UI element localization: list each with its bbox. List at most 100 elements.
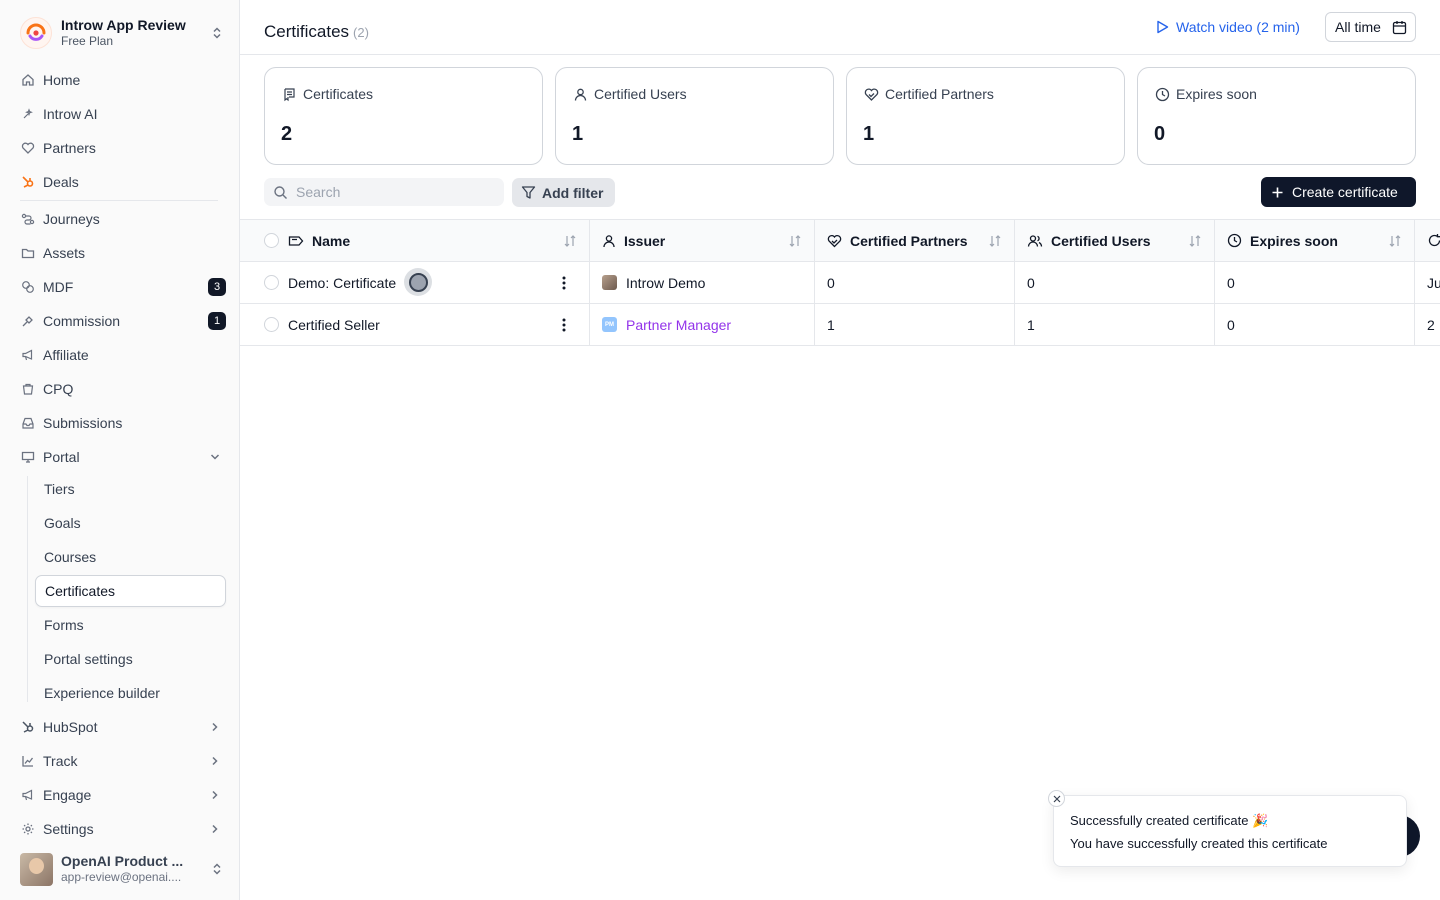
sidebar-item-affiliate[interactable]: Affiliate xyxy=(12,340,226,370)
workspace-switcher[interactable]: Introw App Review Free Plan xyxy=(20,14,224,52)
column-header-truncated[interactable] xyxy=(1415,220,1440,261)
select-all-checkbox[interactable] xyxy=(264,233,279,248)
more-vertical-icon[interactable] xyxy=(555,316,573,334)
calculator-icon xyxy=(20,382,35,397)
sidebar-item-label: Track xyxy=(43,753,78,769)
search-input[interactable] xyxy=(296,184,496,200)
sidebar-item-portal[interactable]: Portal xyxy=(12,442,226,472)
row-checkbox[interactable] xyxy=(264,275,279,290)
sort-icon[interactable] xyxy=(1188,234,1202,248)
sidebar-subitem-experience-builder[interactable]: Experience builder xyxy=(35,678,226,708)
sidebar-item-deals[interactable]: Deals xyxy=(12,167,226,197)
watch-video-link[interactable]: Watch video (2 min) xyxy=(1156,17,1300,37)
chevron-right-icon xyxy=(212,756,218,766)
sidebar-item-journeys[interactable]: Journeys xyxy=(12,204,226,234)
create-certificate-button[interactable]: Create certificate xyxy=(1261,177,1416,207)
workspace-plan: Free Plan xyxy=(61,34,114,49)
page-header: Certificates (2) Watch video (2 min) All … xyxy=(240,0,1440,55)
sort-icon[interactable] xyxy=(788,234,802,248)
column-header-label: Issuer xyxy=(624,232,666,249)
sidebar-item-label: Submissions xyxy=(43,415,123,431)
stat-label: Certified Users xyxy=(594,86,687,102)
column-header-certified-partners[interactable]: Certified Partners xyxy=(815,220,1015,261)
add-filter-button[interactable]: Add filter xyxy=(512,178,615,207)
cell-certified-partners: 1 xyxy=(815,304,1015,345)
sidebar-item-track[interactable]: Track xyxy=(12,746,226,776)
cell-truncated: Ju xyxy=(1427,274,1440,291)
folder-icon xyxy=(20,246,35,261)
sidebar-item-partners[interactable]: Partners xyxy=(12,133,226,163)
sidebar-item-label: Assets xyxy=(43,245,86,261)
chart-line-icon xyxy=(20,754,35,769)
date-range-button[interactable]: All time xyxy=(1325,12,1416,42)
sidebar-item-label: Portal xyxy=(43,449,80,465)
sidebar-subitem-courses[interactable]: Courses xyxy=(35,542,226,572)
sidebar-subitem-goals[interactable]: Goals xyxy=(35,508,226,538)
column-header-issuer[interactable]: Issuer xyxy=(590,220,815,261)
issuer-avatar: PM xyxy=(602,317,617,332)
column-header-label: Expires soon xyxy=(1250,232,1338,249)
column-header-label: Certified Partners xyxy=(850,232,968,249)
sidebar-item-mdf[interactable]: MDF 3 xyxy=(12,272,226,302)
sidebar-subitem-forms[interactable]: Forms xyxy=(35,610,226,640)
toast-close-button[interactable] xyxy=(1048,790,1065,807)
workspace-name: Introw App Review xyxy=(61,17,186,34)
column-header-expires-soon[interactable]: Expires soon xyxy=(1215,220,1415,261)
search-icon xyxy=(274,185,287,199)
certificate-name: Demo: Certificate xyxy=(288,274,397,291)
more-vertical-icon[interactable] xyxy=(555,274,573,292)
sidebar-subitem-certificates[interactable]: Certificates xyxy=(35,575,226,607)
sidebar-item-label: Journeys xyxy=(43,211,100,227)
sort-icon[interactable] xyxy=(988,234,1002,248)
stat-value: 1 xyxy=(572,123,584,145)
page-title-text: Certificates xyxy=(264,22,350,41)
sidebar-item-home[interactable]: Home xyxy=(12,65,226,95)
sidebar-item-label: CPQ xyxy=(43,381,74,397)
sidebar-item-label: Settings xyxy=(43,821,94,837)
cell-issuer[interactable]: Introw Demo xyxy=(590,262,815,303)
table-header-row: Name Issuer Certified Partners Certified… xyxy=(240,219,1440,262)
sidebar-item-label: Deals xyxy=(43,174,79,190)
cell-issuer[interactable]: PM Partner Manager xyxy=(590,304,815,345)
page-title: Certificates (2) xyxy=(264,22,369,42)
users-icon xyxy=(1027,234,1043,248)
sidebar-item-introw-ai[interactable]: Introw AI xyxy=(12,99,226,129)
stat-value: 1 xyxy=(863,123,875,145)
sidebar-item-settings[interactable]: Settings xyxy=(12,814,226,844)
user-icon xyxy=(574,88,587,101)
user-menu[interactable]: OpenAI Product ... app-review@openai.... xyxy=(20,852,224,886)
sidebar-item-assets[interactable]: Assets xyxy=(12,238,226,268)
column-header-label: Certified Users xyxy=(1051,232,1151,249)
sidebar-item-hubspot[interactable]: HubSpot xyxy=(12,712,226,742)
cell-name[interactable]: Certified Seller xyxy=(240,304,590,345)
sidebar-item-submissions[interactable]: Submissions xyxy=(12,408,226,438)
toast-title: Successfully created certificate 🎉 xyxy=(1070,813,1269,828)
label-tag-icon xyxy=(288,234,304,248)
commission-count-badge: 1 xyxy=(208,312,226,330)
hubspot-icon xyxy=(20,720,35,735)
sidebar-item-commission[interactable]: Commission 1 xyxy=(12,306,226,336)
stat-card-certificates: Certificates 2 xyxy=(264,67,543,165)
sort-icon[interactable] xyxy=(1388,234,1402,248)
sort-icon[interactable] xyxy=(563,234,577,248)
sidebar-subitem-portal-settings[interactable]: Portal settings xyxy=(35,644,226,674)
gear-icon xyxy=(20,822,35,837)
table-row[interactable]: Certified Seller PM Partner Manager 1 1 … xyxy=(240,304,1440,346)
add-filter-label: Add filter xyxy=(542,184,604,201)
create-certificate-label: Create certificate xyxy=(1292,184,1398,200)
percent-coins-icon xyxy=(20,280,35,295)
column-header-certified-users[interactable]: Certified Users xyxy=(1015,220,1215,261)
route-icon xyxy=(20,212,35,227)
toast-message: You have successfully created this certi… xyxy=(1070,836,1328,851)
chevron-down-icon xyxy=(210,454,220,460)
row-checkbox[interactable] xyxy=(264,317,279,332)
sidebar-item-engage[interactable]: Engage xyxy=(12,780,226,810)
introw-logo-icon xyxy=(20,17,52,49)
sidebar-item-cpq[interactable]: CPQ xyxy=(12,374,226,404)
play-icon xyxy=(1157,20,1169,34)
issuer-link[interactable]: Partner Manager xyxy=(626,317,731,333)
sidebar-subitem-tiers[interactable]: Tiers xyxy=(35,474,226,504)
user-icon xyxy=(602,234,616,248)
column-header-name[interactable]: Name xyxy=(240,220,590,261)
cell-expires-soon: 0 xyxy=(1215,304,1415,345)
